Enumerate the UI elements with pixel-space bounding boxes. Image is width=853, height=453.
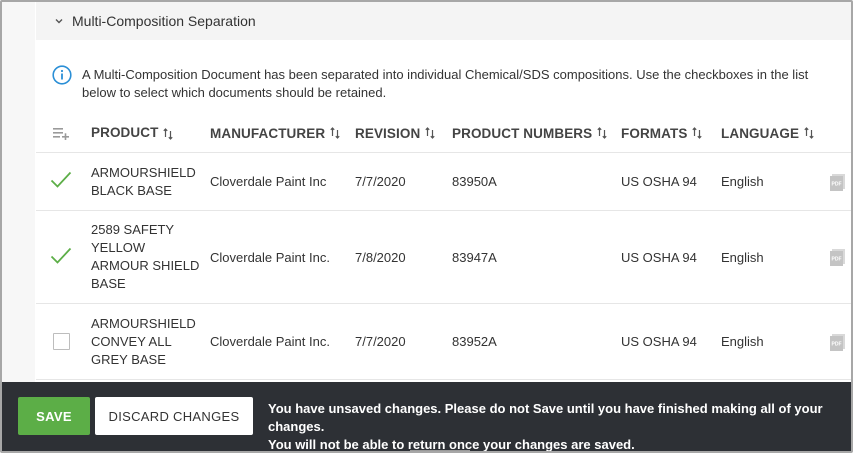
column-header-product-label: PRODUCT: [91, 125, 159, 140]
info-text: A Multi-Composition Document has been se…: [82, 67, 809, 100]
column-header-product-numbers[interactable]: PRODUCT NUMBERS: [452, 114, 607, 152]
svg-text:PDF: PDF: [832, 341, 842, 347]
cell-language: English: [721, 334, 764, 349]
save-button[interactable]: SAVE: [18, 397, 90, 435]
section-header-multi-composition[interactable]: Multi-Composition Separation: [36, 2, 851, 40]
unsaved-changes-message: You have unsaved changes. Please do not …: [268, 400, 848, 452]
sort-icon[interactable]: [804, 127, 814, 139]
checkmark-icon[interactable]: [50, 247, 72, 268]
discard-changes-button[interactable]: DISCARD CHANGES: [95, 397, 253, 435]
cell-formats: US OSHA 94: [621, 249, 697, 265]
row-checkbox-checked[interactable]: [46, 153, 76, 210]
app-frame: Multi-Composition Separation A Multi-Com…: [0, 0, 853, 453]
column-header-manufacturer[interactable]: MANUFACTURER: [210, 114, 340, 152]
cell-product-numbers: 83952A: [452, 334, 497, 349]
table-row[interactable]: ARMOURSHIELD CONVEY ALL GREY BASE Clover…: [36, 304, 851, 380]
cell-formats: US OSHA 94: [621, 174, 697, 189]
column-header-manufacturer-label: MANUFACTURER: [210, 125, 326, 141]
column-header-language-label: LANGUAGE: [721, 125, 800, 141]
cell-revision: 7/7/2020: [355, 334, 406, 349]
sort-icon[interactable]: [163, 127, 174, 140]
cell-language: English: [721, 174, 764, 189]
info-icon: [52, 65, 72, 85]
pdf-icon[interactable]: PDF: [829, 153, 851, 210]
cell-manufacturer: Cloverdale Paint Inc.: [210, 334, 330, 349]
column-header-revision[interactable]: REVISION: [355, 114, 435, 152]
table-row[interactable]: ARMOURSHIELD BLACK BASE Cloverdale Paint…: [36, 153, 851, 211]
table-row[interactable]: 2589 SAFETY YELLOW ARMOUR SHIELD BASE Cl…: [36, 211, 851, 304]
sort-icon[interactable]: [692, 127, 703, 139]
column-header-revision-label: REVISION: [355, 125, 421, 141]
unsaved-message-line-1: You have unsaved changes. Please do not …: [268, 401, 823, 434]
column-header-product-numbers-label: PRODUCT NUMBERS: [452, 125, 593, 141]
column-header-product[interactable]: PRODUCT: [91, 114, 201, 152]
unsaved-message-line-2: You will not be able to return once your…: [268, 437, 635, 452]
checkmark-icon[interactable]: [50, 171, 72, 192]
table-header-row: PRODUCT MANUFACTURER REVISION PRODUCT NU…: [36, 114, 851, 153]
unsaved-changes-bar: SAVE DISCARD CHANGES You have unsaved ch…: [2, 382, 851, 452]
cell-manufacturer: Cloverdale Paint Inc: [210, 174, 327, 189]
column-header-language[interactable]: LANGUAGE: [721, 114, 814, 152]
cell-language: English: [721, 249, 764, 265]
add-column-icon[interactable]: [46, 114, 76, 152]
info-message: A Multi-Composition Document has been se…: [52, 65, 842, 102]
cell-product: 2589 SAFETY YELLOW ARMOUR SHIELD BASE: [91, 222, 200, 291]
cell-revision: 7/7/2020: [355, 174, 406, 189]
row-checkbox-checked[interactable]: [46, 211, 76, 303]
column-header-formats[interactable]: FORMATS: [621, 114, 703, 152]
column-header-formats-label: FORMATS: [621, 125, 688, 141]
svg-text:PDF: PDF: [832, 181, 842, 187]
pdf-icon[interactable]: PDF: [829, 211, 851, 303]
sort-icon[interactable]: [330, 127, 340, 139]
cell-product: ARMOURSHIELD BLACK BASE: [91, 164, 196, 198]
cell-revision: 7/8/2020: [355, 249, 406, 265]
cell-product-numbers: 83950A: [452, 174, 497, 189]
cell-manufacturer: Cloverdale Paint Inc.: [210, 249, 330, 265]
section-title: Multi-Composition Separation: [72, 13, 256, 29]
cell-formats: US OSHA 94: [621, 334, 697, 349]
row-checkbox-unchecked[interactable]: [46, 304, 76, 379]
pdf-icon[interactable]: PDF: [829, 304, 851, 379]
svg-text:PDF: PDF: [832, 257, 842, 263]
composition-table: PRODUCT MANUFACTURER REVISION PRODUCT NU…: [36, 114, 851, 380]
cell-product: ARMOURSHIELD CONVEY ALL GREY BASE: [91, 315, 196, 367]
checkbox-icon[interactable]: [52, 333, 70, 350]
chevron-down-icon[interactable]: [54, 16, 64, 26]
sort-icon[interactable]: [425, 127, 435, 139]
sort-icon[interactable]: [597, 127, 607, 139]
cell-product-numbers: 83947A: [452, 249, 497, 265]
